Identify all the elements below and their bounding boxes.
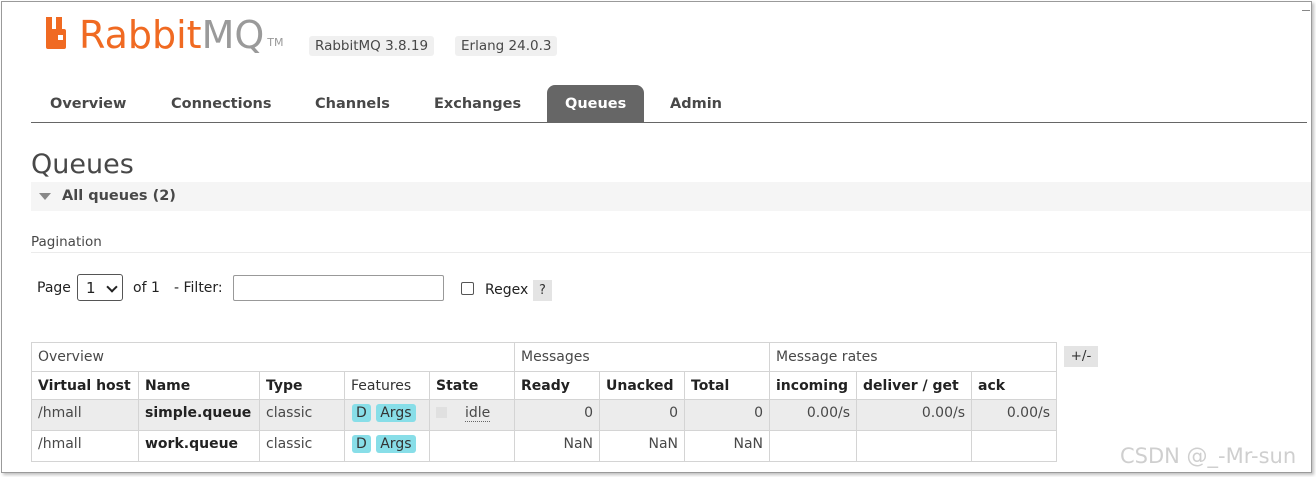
col-features: Features <box>344 371 430 400</box>
cell-ready: NaN <box>514 430 600 462</box>
col-incoming[interactable]: incoming <box>769 371 857 400</box>
cell-type: classic <box>259 430 345 462</box>
rabbitmq-version-badge: RabbitMQ 3.8.19 <box>309 36 435 56</box>
cell-deliver-get <box>856 430 972 462</box>
tab-connections[interactable]: Connections <box>153 85 290 122</box>
col-state[interactable]: State <box>429 371 515 400</box>
column-toggle-button[interactable]: +/- <box>1064 346 1098 367</box>
cell-features: D Args <box>344 430 430 462</box>
cell-state: idle <box>429 399 515 431</box>
page-select[interactable]: 1 <box>77 274 123 301</box>
logo-rabbit: Rabbit <box>79 13 202 57</box>
cell-deliver-get: 0.00/s <box>856 399 972 431</box>
col-total[interactable]: Total <box>684 371 770 400</box>
col-type[interactable]: Type <box>259 371 345 400</box>
col-ready[interactable]: Ready <box>514 371 600 400</box>
chevron-down-icon <box>106 281 118 293</box>
page-title: Queues <box>31 149 134 180</box>
queues-table: Overview Messages Message rates Virtual … <box>31 342 1057 462</box>
durable-badge: D <box>352 404 371 422</box>
group-messages: Messages <box>514 342 770 372</box>
page-of-label: of 1 <box>133 280 160 296</box>
cell-features: D Args <box>344 399 430 431</box>
regex-label: Regex <box>485 282 529 298</box>
col-deliver-get[interactable]: deliver / get <box>856 371 972 400</box>
table-row: /hmall work.queue classic D Args NaN NaN… <box>31 430 1057 462</box>
args-badge: Args <box>376 435 416 453</box>
rabbitmq-logo-icon <box>46 17 66 49</box>
section-label: All queues (2) <box>62 188 176 204</box>
state-indicator-icon <box>436 407 447 418</box>
watermark-text: CSDN @_-Mr-sun <box>1120 444 1297 468</box>
logo-wordmark: RabbitMQ <box>79 15 264 55</box>
cell-incoming: 0.00/s <box>769 399 857 431</box>
all-queues-section-toggle[interactable]: All queues (2) <box>31 182 1311 211</box>
filter-input[interactable] <box>233 275 444 301</box>
col-name[interactable]: Name <box>138 371 260 400</box>
cell-ack <box>971 430 1057 462</box>
group-message-rates: Message rates <box>769 342 1057 372</box>
cell-unacked: NaN <box>599 430 685 462</box>
pagination-divider <box>31 252 1311 253</box>
cell-type: classic <box>259 399 345 431</box>
regex-checkbox[interactable] <box>461 282 474 295</box>
erlang-version-badge: Erlang 24.0.3 <box>455 36 558 56</box>
tab-queues[interactable]: Queues <box>547 85 645 122</box>
durable-badge: D <box>352 435 371 453</box>
col-ack[interactable]: ack <box>971 371 1057 400</box>
tab-exchanges[interactable]: Exchanges <box>416 85 539 122</box>
state-label: idle <box>465 405 491 422</box>
cell-ready: 0 <box>514 399 600 431</box>
cell-incoming <box>769 430 857 462</box>
rabbitmq-logo[interactable]: RabbitMQ TM <box>44 15 283 55</box>
col-unacked[interactable]: Unacked <box>599 371 685 400</box>
tab-overview[interactable]: Overview <box>32 85 144 122</box>
tab-channels[interactable]: Channels <box>297 85 408 122</box>
queue-name-link[interactable]: simple.queue <box>138 399 260 431</box>
pagination-heading: Pagination <box>31 234 102 250</box>
logo-mq: MQ <box>201 13 265 57</box>
tab-admin[interactable]: Admin <box>652 85 740 122</box>
table-row: /hmall simple.queue classic D Args idle … <box>31 399 1057 431</box>
corner-mark <box>1302 10 1310 11</box>
page-select-value: 1 <box>86 279 96 297</box>
cell-state <box>429 430 515 462</box>
group-overview: Overview <box>31 342 515 372</box>
args-badge: Args <box>376 404 416 422</box>
cell-unacked: 0 <box>599 399 685 431</box>
regex-help-button[interactable]: ? <box>533 280 552 301</box>
browser-viewport: RabbitMQ TM RabbitMQ 3.8.19 Erlang 24.0.… <box>1 1 1312 473</box>
queue-name-link[interactable]: work.queue <box>138 430 260 462</box>
cell-ack: 0.00/s <box>971 399 1057 431</box>
page-label: Page <box>37 280 71 296</box>
collapse-triangle-icon <box>39 193 51 200</box>
logo-trademark: TM <box>267 36 284 49</box>
col-virtual-host[interactable]: Virtual host <box>31 371 139 400</box>
cell-total: NaN <box>684 430 770 462</box>
filter-label: - Filter: <box>174 280 223 296</box>
cell-vhost: /hmall <box>31 399 139 431</box>
cell-total: 0 <box>684 399 770 431</box>
main-nav-tabs: Overview Connections Channels Exchanges … <box>31 85 1307 123</box>
cell-vhost: /hmall <box>31 430 139 462</box>
